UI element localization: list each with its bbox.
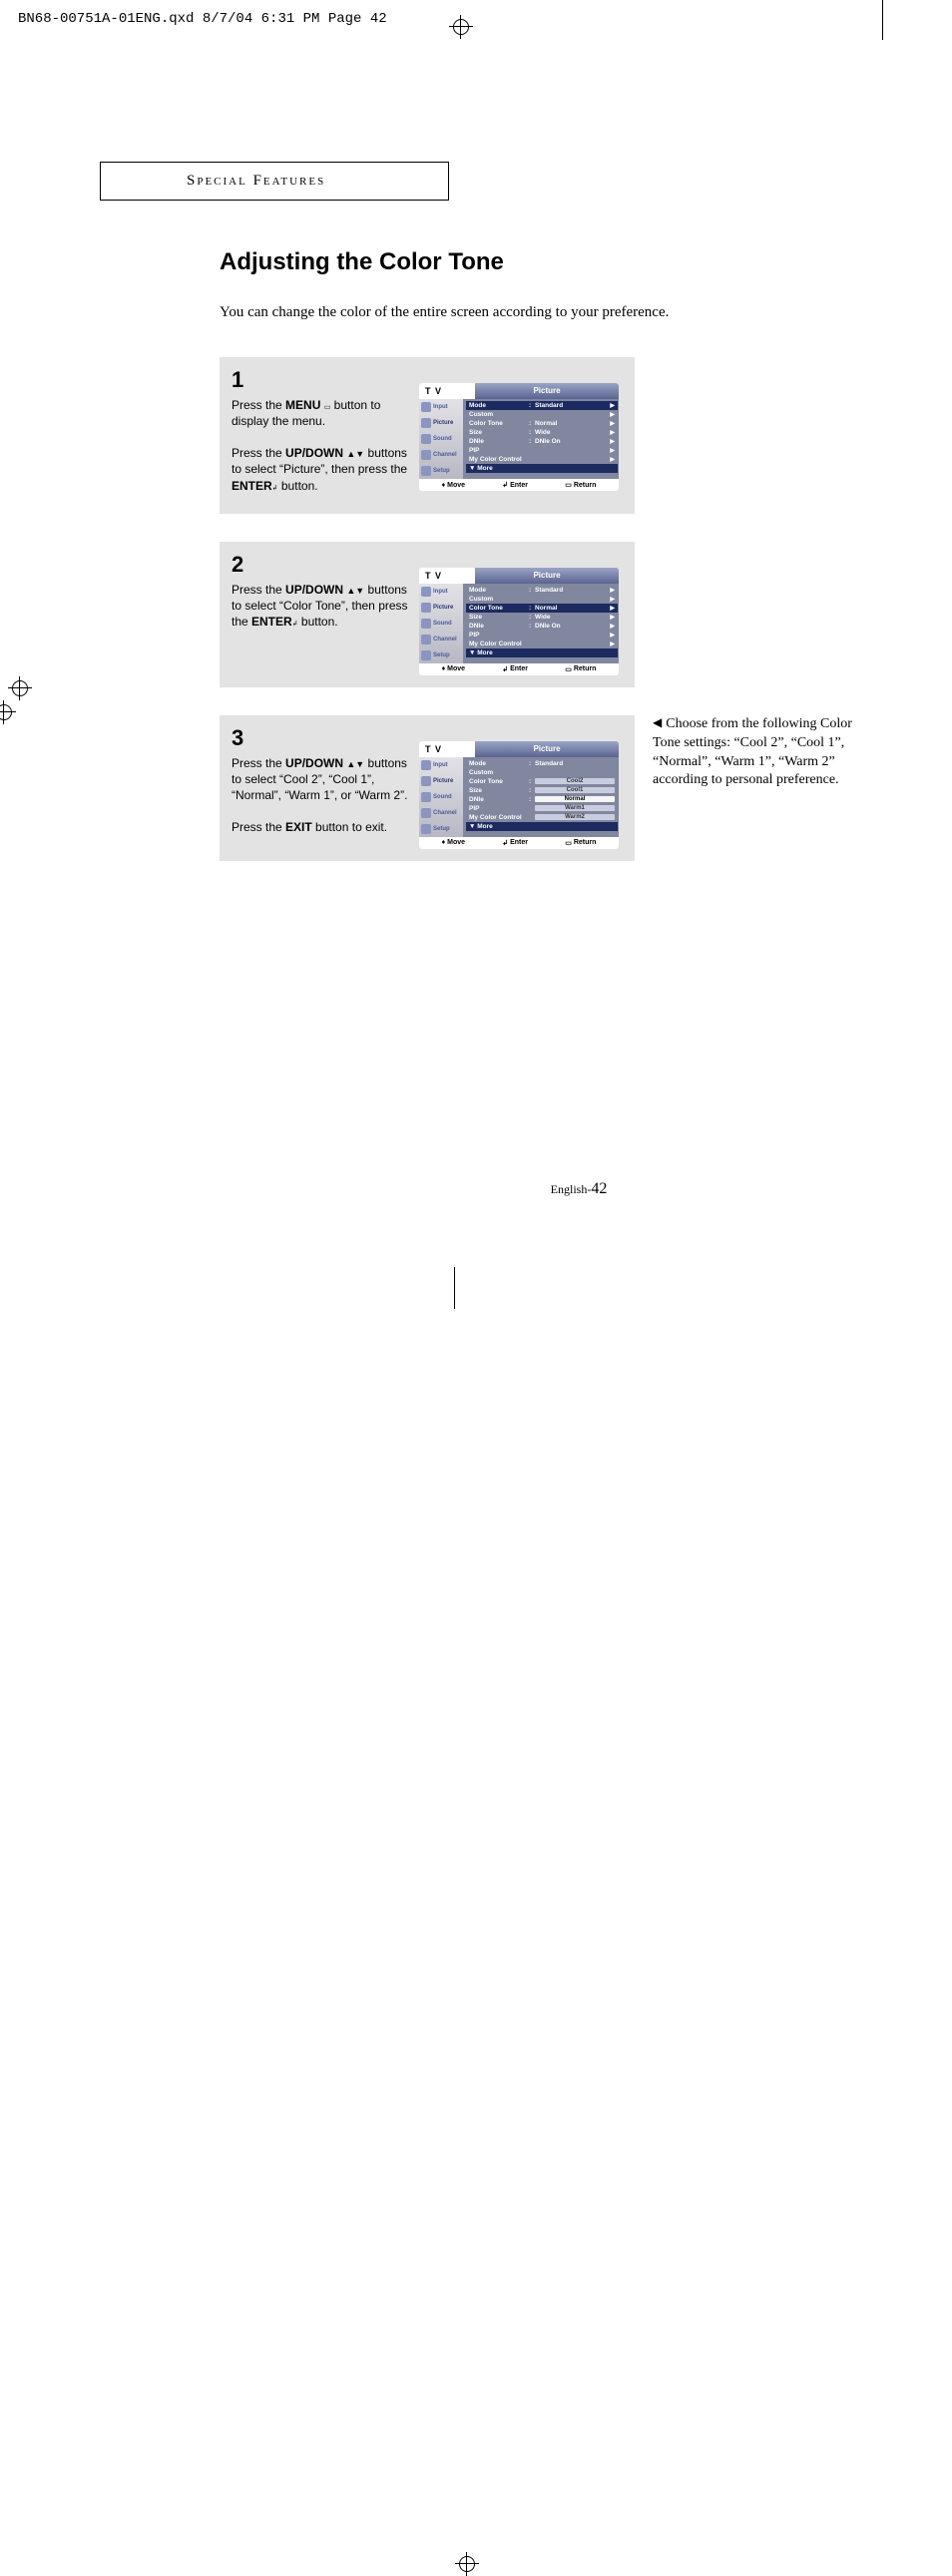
intro-text: You can change the color of the entire s… (220, 304, 938, 321)
step-block: 3 Press the UP/DOWN ▲▼ buttons to select… (220, 715, 635, 861)
print-job-header: BN68-00751A-01ENG.qxd 8/7/04 6:31 PM Pag… (18, 11, 387, 27)
registration-mark-icon (455, 2552, 479, 2576)
step-instruction: Press the MENU ▭ button to display the m… (232, 397, 411, 494)
osd-tv-label: T V (419, 383, 475, 399)
crop-rule (454, 1267, 455, 1309)
osd-screenshot: T V Picture Input Picture Sound Channel … (419, 568, 619, 675)
step-number: 2 (232, 550, 411, 580)
osd-screenshot: T V Picture Input Picture Sound Channel … (419, 741, 619, 849)
registration-mark-icon (0, 700, 16, 724)
side-note: ▶Choose from the following Color Tone se… (653, 715, 862, 791)
osd-hint-move: ♦Move (442, 481, 465, 489)
step-number: 1 (232, 365, 411, 395)
pointer-left-icon: ▶ (653, 714, 662, 730)
page-title: Adjusting the Color Tone (220, 248, 938, 276)
page-number: English-42 (220, 1180, 938, 1198)
step-block: 2 Press the UP/DOWN ▲▼ buttons to select… (220, 542, 635, 687)
osd-panel-title: Picture (475, 383, 619, 399)
step-block: 1 Press the MENU ▭ button to display the… (220, 357, 635, 514)
osd-hint-enter: ↲Enter (502, 481, 528, 489)
osd-hint-return: ▭Return (565, 481, 596, 489)
crop-rule (882, 0, 883, 40)
registration-mark-icon (8, 676, 32, 700)
section-tab: Special Features (100, 162, 449, 201)
registration-mark-icon (449, 15, 473, 39)
osd-side-nav: Input Picture Sound Channel Setup (419, 399, 463, 479)
step-instruction: Press the UP/DOWN ▲▼ buttons to select “… (232, 582, 411, 631)
step-instruction: Press the UP/DOWN ▲▼ buttons to select “… (232, 755, 411, 836)
step-number: 3 (232, 723, 411, 753)
osd-screenshot: T V Picture Input Picture Sound Channel … (419, 383, 619, 502)
